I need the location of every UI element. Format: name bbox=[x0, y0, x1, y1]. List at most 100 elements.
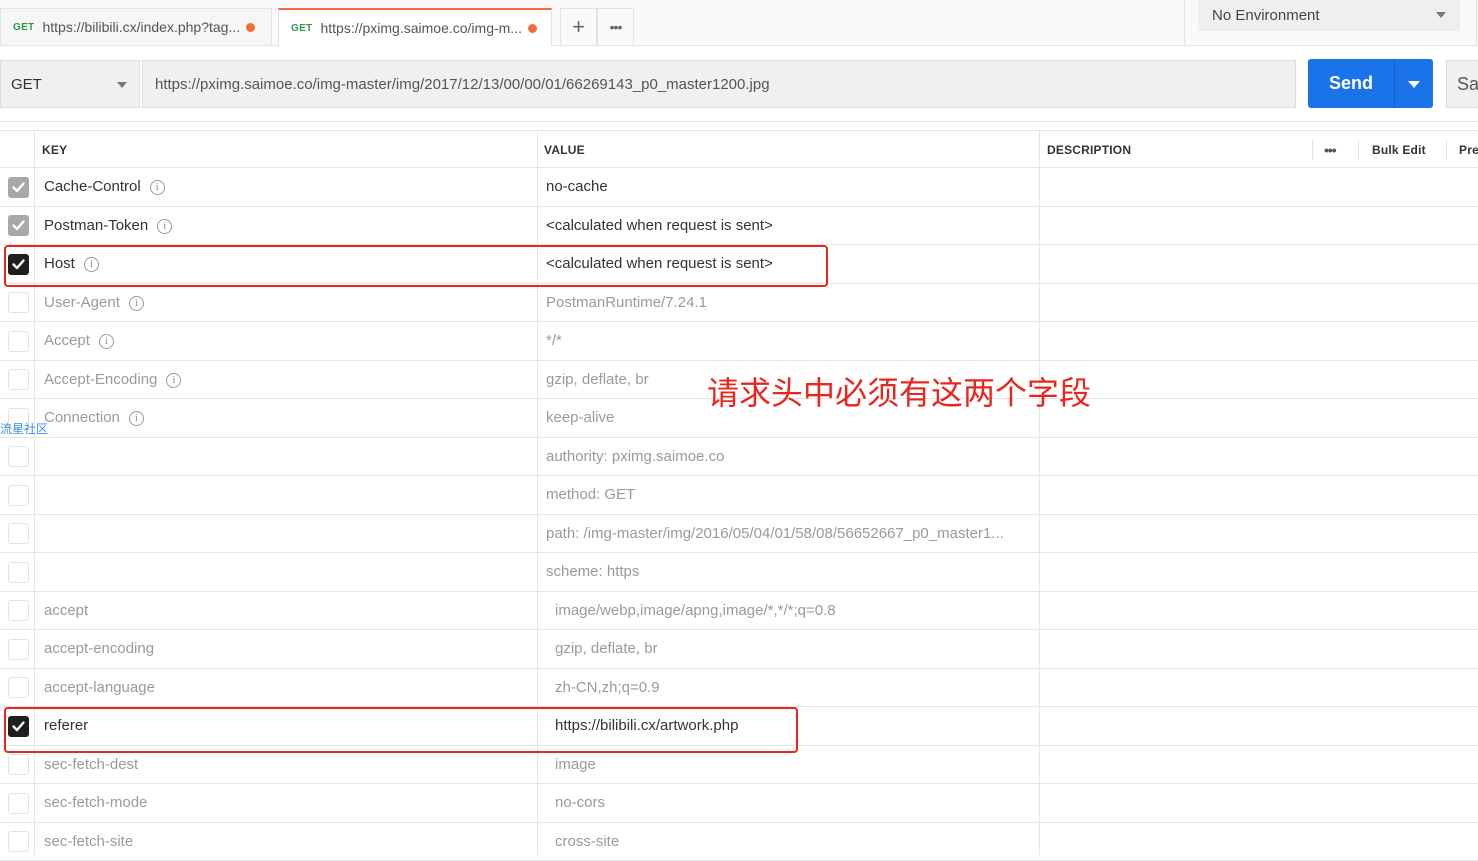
header-key-text: Accept-Encoding bbox=[44, 371, 157, 388]
info-icon[interactable]: i bbox=[99, 334, 114, 349]
table-row: authority: pximg.saimoe.co bbox=[0, 438, 1478, 477]
row-checkbox[interactable] bbox=[8, 754, 29, 775]
watermark: 流星社区 bbox=[0, 420, 48, 437]
header-key-text: Postman-Token bbox=[44, 217, 148, 234]
header-key-text: accept-language bbox=[44, 679, 155, 696]
row-checkbox[interactable] bbox=[8, 562, 29, 583]
unsaved-dot-icon bbox=[528, 24, 537, 33]
url-input[interactable]: https://pximg.saimoe.co/img-master/img/2… bbox=[142, 60, 1296, 108]
table-row: accept-language zh-CN,zh;q=0.9 bbox=[0, 669, 1478, 708]
header-value[interactable]: zh-CN,zh;q=0.9 bbox=[555, 679, 660, 696]
info-icon[interactable]: i bbox=[150, 180, 165, 195]
annotation-text: 请求头中必须有这两个字段 bbox=[707, 368, 1091, 414]
info-icon[interactable]: i bbox=[157, 219, 172, 234]
method-label: GET bbox=[11, 76, 42, 93]
row-checkbox[interactable] bbox=[8, 331, 29, 352]
tab-options-button[interactable]: ••• bbox=[597, 8, 634, 45]
header-value[interactable]: no-cors bbox=[555, 794, 605, 811]
environment-label: No Environment bbox=[1212, 7, 1320, 24]
table-row: Accepti */* bbox=[0, 322, 1478, 361]
header-value[interactable]: cross-site bbox=[555, 833, 619, 850]
row-checkbox[interactable] bbox=[8, 446, 29, 467]
header-key-text: Cache-Control bbox=[44, 178, 141, 195]
table-row: accept-encoding gzip, deflate, br bbox=[0, 630, 1478, 669]
info-icon[interactable]: i bbox=[129, 296, 144, 311]
header-key[interactable]: accept-language bbox=[44, 679, 155, 696]
more-icon[interactable]: ••• bbox=[1324, 131, 1336, 169]
row-checkbox[interactable] bbox=[8, 793, 29, 814]
header-value[interactable]: keep-alive bbox=[546, 409, 614, 426]
tab-bar: GET https://bilibili.cx/index.php?tag...… bbox=[0, 0, 1478, 46]
header-value[interactable]: <calculated when request is sent> bbox=[546, 217, 773, 234]
header-value[interactable]: PostmanRuntime/7.24.1 bbox=[546, 294, 707, 311]
table-row: sec-fetch-mode no-cors bbox=[0, 784, 1478, 823]
method-select[interactable]: GET bbox=[0, 60, 140, 108]
row-checkbox[interactable] bbox=[8, 177, 29, 198]
info-icon[interactable]: i bbox=[166, 373, 181, 388]
description-column-header: DESCRIPTION bbox=[1047, 131, 1131, 169]
row-checkbox[interactable] bbox=[8, 292, 29, 313]
highlight-box-referer bbox=[4, 707, 798, 753]
presets-button[interactable]: Pre bbox=[1459, 131, 1478, 169]
save-label: Sa bbox=[1457, 74, 1478, 95]
row-checkbox[interactable] bbox=[8, 600, 29, 621]
header-key[interactable]: sec-fetch-dest bbox=[44, 756, 138, 773]
info-icon[interactable]: i bbox=[129, 411, 144, 426]
divider bbox=[1184, 0, 1185, 45]
header-key[interactable]: Cache-Control i bbox=[44, 178, 165, 195]
checkmark-icon bbox=[11, 180, 26, 195]
row-checkbox[interactable] bbox=[8, 677, 29, 698]
header-key[interactable]: Connection i bbox=[44, 409, 144, 426]
environment-select[interactable]: No Environment bbox=[1198, 0, 1460, 31]
header-key[interactable]: sec-fetch-mode bbox=[44, 794, 147, 811]
header-value[interactable]: no-cache bbox=[546, 178, 608, 195]
header-key[interactable]: Postman-Token i bbox=[44, 217, 172, 234]
header-key-text: Connection bbox=[44, 409, 120, 426]
save-button[interactable]: Sa bbox=[1446, 60, 1478, 108]
row-checkbox[interactable] bbox=[8, 369, 29, 390]
header-value[interactable]: authority: pximg.saimoe.co bbox=[546, 448, 724, 465]
request-tab-active[interactable]: GET https://pximg.saimoe.co/img-m... bbox=[278, 8, 552, 46]
highlight-box-host bbox=[4, 245, 828, 287]
row-checkbox[interactable] bbox=[8, 215, 29, 236]
header-key-text: sec-fetch-dest bbox=[44, 756, 138, 773]
row-checkbox[interactable] bbox=[8, 639, 29, 660]
table-row: scheme: https bbox=[0, 553, 1478, 592]
divider bbox=[1446, 139, 1447, 161]
header-key[interactable]: User-Agenti bbox=[44, 294, 144, 311]
bulk-edit-button[interactable]: Bulk Edit bbox=[1372, 131, 1426, 169]
divider bbox=[0, 121, 1478, 122]
header-value[interactable]: image bbox=[555, 756, 596, 773]
chevron-down-icon bbox=[117, 82, 127, 88]
header-key[interactable]: Accept-Encoding i bbox=[44, 371, 181, 388]
header-value[interactable]: path: /img-master/img/2016/05/04/01/58/0… bbox=[546, 525, 1004, 542]
header-key[interactable]: sec-fetch-site bbox=[44, 833, 133, 850]
header-value[interactable]: gzip, deflate, br bbox=[555, 640, 658, 657]
checkmark-icon bbox=[11, 218, 26, 233]
tab-method: GET bbox=[291, 23, 312, 34]
header-key[interactable]: accept bbox=[44, 602, 88, 619]
row-checkbox[interactable] bbox=[8, 485, 29, 506]
url-text: https://pximg.saimoe.co/img-master/img/2… bbox=[155, 76, 770, 93]
row-checkbox[interactable] bbox=[8, 523, 29, 544]
request-tab[interactable]: GET https://bilibili.cx/index.php?tag... bbox=[0, 8, 272, 45]
send-button[interactable]: Send bbox=[1308, 59, 1433, 108]
table-row: Postman-Token i <calculated when request i… bbox=[0, 207, 1478, 246]
header-value[interactable]: method: GET bbox=[546, 486, 635, 503]
divider bbox=[1476, 0, 1477, 45]
header-value[interactable]: */* bbox=[546, 332, 562, 349]
header-key[interactable]: Accepti bbox=[44, 332, 114, 349]
row-checkbox[interactable] bbox=[8, 831, 29, 852]
header-value[interactable]: image/webp,image/apng,image/*,*/*;q=0.8 bbox=[555, 602, 836, 619]
table-row: method: GET bbox=[0, 476, 1478, 515]
header-value[interactable]: scheme: https bbox=[546, 563, 639, 580]
divider bbox=[1394, 59, 1395, 108]
tab-url: https://bilibili.cx/index.php?tag... bbox=[42, 19, 240, 35]
header-value[interactable]: gzip, deflate, br bbox=[546, 371, 649, 388]
divider bbox=[1358, 139, 1359, 161]
table-header: KEY VALUE DESCRIPTION ••• Bulk Edit Pre bbox=[0, 130, 1478, 168]
header-key[interactable]: accept-encoding bbox=[44, 640, 154, 657]
chevron-down-icon[interactable] bbox=[1408, 81, 1420, 88]
table-row: Cache-Control i no-cache bbox=[0, 168, 1478, 207]
new-tab-button[interactable]: + bbox=[560, 8, 597, 45]
